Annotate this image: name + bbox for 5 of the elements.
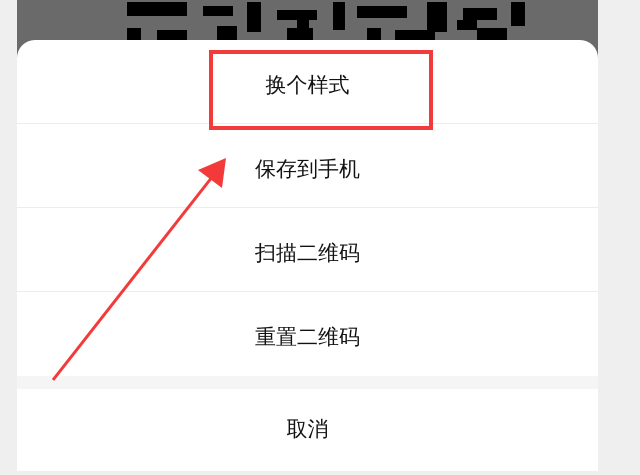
menu-item[interactable]: 换个样式	[208, 50, 432, 130]
menu-item[interactable]: 重置二维码	[208, 302, 432, 382]
menu-item[interactable]: 保存到手机	[208, 134, 432, 214]
cancel-button[interactable]: 取消	[286, 414, 328, 446]
menu-item[interactable]: 扫描二维码	[208, 218, 432, 298]
